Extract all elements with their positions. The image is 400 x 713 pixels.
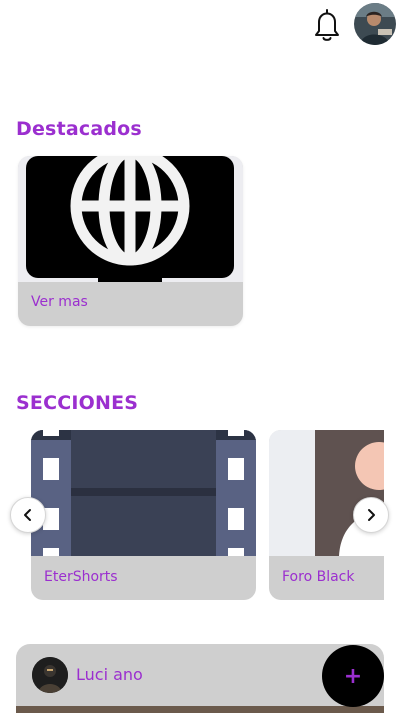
chevron-right-icon [368,509,375,521]
carousel-next-button[interactable] [353,497,389,533]
chevron-left-icon [24,509,31,521]
post-author-avatar[interactable] [32,657,68,693]
post-author-name[interactable]: Luci ano [76,665,143,684]
person-silhouette-icon [269,430,384,556]
see-more-link[interactable]: Ver mas [31,294,88,310]
create-post-button[interactable]: + [322,645,384,707]
section-label-foro-black: Foro Black [282,569,355,585]
featured-media [18,156,243,282]
section-card-etershorts[interactable]: EterShorts [31,430,256,600]
sections-heading: SECCIONES [16,392,139,414]
globe-icon [70,156,190,266]
section-label-etershorts: EterShorts [44,569,118,585]
bell-icon[interactable] [306,4,348,46]
film-strip-icon [31,430,256,558]
sections-carousel[interactable]: EterShorts Foro Black [16,430,384,602]
post-image [16,706,384,713]
featured-heading: Destacados [16,118,142,140]
profile-avatar[interactable] [354,3,396,45]
carousel-prev-button[interactable] [10,497,46,533]
featured-card[interactable]: Ver mas [18,156,243,326]
